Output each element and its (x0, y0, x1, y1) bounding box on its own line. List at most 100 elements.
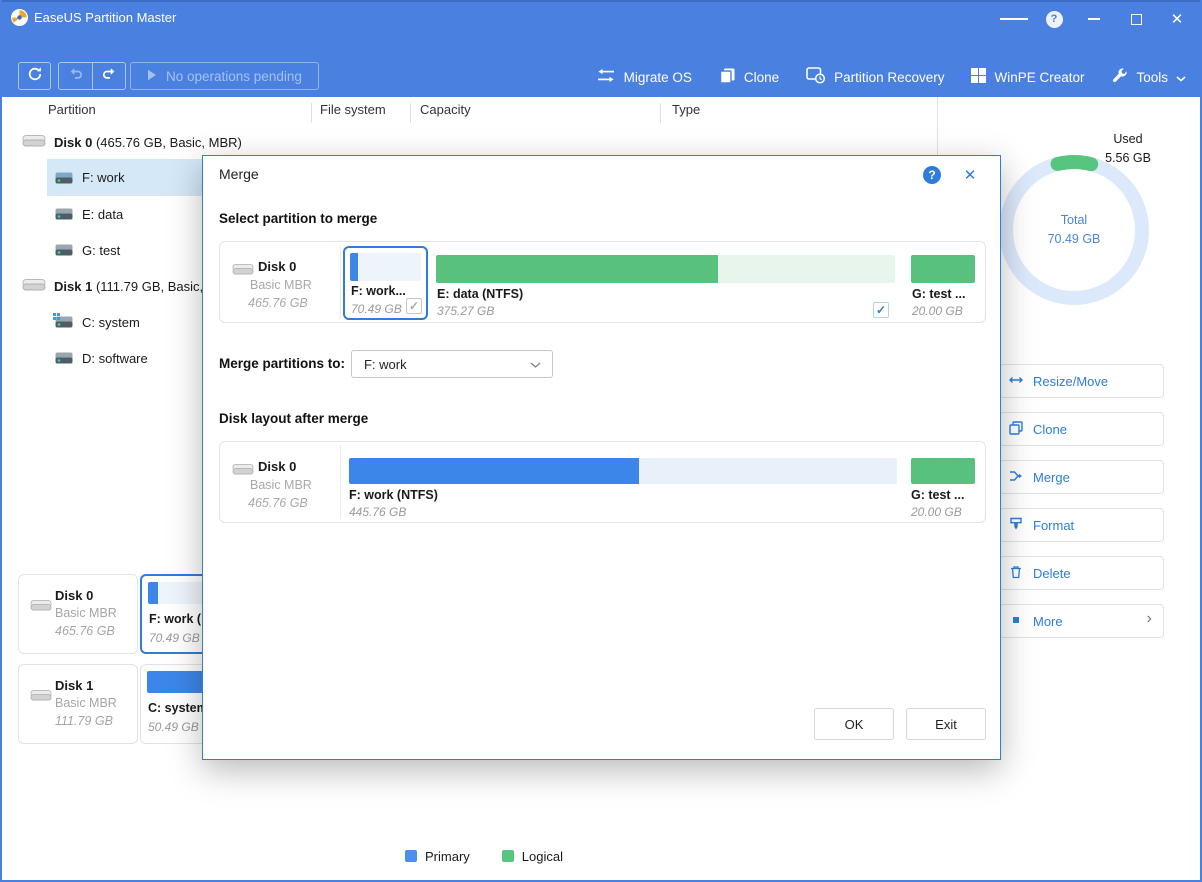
tree-row-label: Disk 0 (465.76 GB, Basic, MBR) (54, 135, 242, 150)
resize-move-button[interactable]: Resize/Move (999, 364, 1164, 398)
column-header-capacity[interactable]: Capacity (420, 102, 471, 117)
delete-button[interactable]: Delete (999, 556, 1164, 590)
tree-row-label: F: work (82, 170, 125, 185)
merge-to-select[interactable]: F: work (351, 350, 553, 378)
resize-move-icon (1009, 373, 1023, 390)
merge-to-value: F: work (364, 357, 407, 372)
clone-action-button[interactable]: Clone (999, 412, 1164, 446)
disk-size: 465.76 GB (248, 496, 308, 510)
merge-action-button[interactable]: Merge (999, 460, 1164, 494)
menu-list-icon[interactable] (1000, 6, 1028, 32)
chevron-right-icon: › (1147, 610, 1152, 628)
clone-button[interactable]: Clone (719, 67, 779, 87)
minimize-icon[interactable] (1080, 6, 1108, 32)
pending-operations-button[interactable]: No operations pending (130, 62, 319, 90)
redo-button[interactable] (92, 63, 125, 89)
disk-name: Disk 0 (258, 459, 296, 474)
disk-icon (22, 278, 46, 295)
dialog-help-icon[interactable]: ? (923, 166, 941, 184)
partition-size: 445.76 GB (349, 505, 406, 519)
legend-logical: Logical (502, 849, 563, 864)
source-partition-f[interactable]: F: work... 70.49 GB ✓ (343, 246, 428, 320)
column-header-partition[interactable]: Partition (48, 102, 96, 117)
dialog-close-icon[interactable]: ✕ (960, 165, 980, 185)
used-space-label: Used 5.56 GB (1096, 130, 1160, 168)
partition-icon (55, 352, 73, 364)
migrate-os-icon (596, 68, 616, 86)
merge-dialog: Merge ? ✕ Select partition to merge Disk… (202, 155, 1001, 760)
column-header-file-system[interactable]: File system (320, 102, 386, 117)
source-partition-e[interactable]: E: data (NTFS) 375.27 GB ✓ (432, 246, 899, 320)
disk-kind: Basic MBR (55, 696, 117, 710)
refresh-icon (27, 66, 43, 87)
redo-icon (101, 67, 117, 86)
pending-operations-label: No operations pending (166, 69, 302, 84)
partition-e-checkbox[interactable]: ✓ (873, 302, 889, 318)
disk-kind: Basic MBR (250, 278, 312, 292)
help-icon[interactable]: ? (1040, 6, 1068, 32)
logical-color-swatch (502, 850, 514, 862)
partition-recovery-icon (806, 67, 826, 87)
undo-button[interactable] (59, 63, 92, 89)
disk-icon (30, 599, 52, 617)
migrate-os-label: Migrate OS (624, 70, 692, 85)
delete-icon (1009, 565, 1023, 582)
window-border-left (0, 0, 2, 882)
partition-label: E: data (NTFS) (437, 287, 523, 301)
refresh-button[interactable] (18, 62, 51, 90)
chevron-down-icon (1176, 70, 1186, 85)
clone-icon (719, 67, 736, 87)
ok-button[interactable]: OK (814, 708, 894, 740)
partition-label: C: system (148, 701, 208, 715)
result-disk-row: Disk 0 Basic MBR 465.76 GB F: work (NTFS… (219, 441, 986, 523)
tree-row-label: Disk 1 (111.79 GB, Basic, (54, 279, 203, 294)
divider (340, 245, 341, 319)
merge-icon (1009, 469, 1023, 486)
partition-size: 20.00 GB (912, 304, 963, 318)
undo-redo-group (58, 62, 126, 90)
winpe-creator-button[interactable]: WinPE Creator (971, 68, 1084, 86)
easeus-logo-icon (10, 8, 29, 32)
disk-icon (22, 134, 46, 151)
partition-usage-bar (350, 253, 421, 281)
disk-name: Disk 0 (258, 259, 296, 274)
dialog-title: Merge (219, 166, 259, 182)
more-button[interactable]: More › (999, 604, 1164, 638)
primary-color-swatch (405, 850, 417, 862)
format-button[interactable]: Format (999, 508, 1164, 542)
partition-label: F: work (N (149, 612, 210, 626)
winpe-creator-icon (971, 68, 986, 86)
disk-size: 111.79 GB (55, 714, 113, 728)
window-title: EaseUS Partition Master (34, 10, 176, 25)
partition-label: F: work... (351, 284, 406, 298)
more-label: More (1033, 614, 1063, 629)
partition-recovery-button[interactable]: Partition Recovery (806, 67, 944, 87)
partition-usage-bar (436, 255, 895, 283)
tools-label: Tools (1136, 70, 1168, 85)
total-space-label: Total 70.49 GB (1014, 211, 1134, 249)
disk1-map-card[interactable]: Disk 1 Basic MBR 111.79 GB (18, 664, 138, 744)
exit-button[interactable]: Exit (906, 708, 986, 740)
partition-label: G: test ... (911, 488, 964, 502)
disk-name: Disk 1 (55, 678, 93, 693)
select-partition-heading: Select partition to merge (219, 211, 377, 226)
play-icon (147, 69, 157, 84)
format-label: Format (1033, 518, 1074, 533)
column-header-type[interactable]: Type (672, 102, 700, 117)
partition-size: 20.00 GB (911, 505, 962, 519)
source-partition-g[interactable]: G: test ... 20.00 GB (907, 246, 981, 320)
tree-row-label: G: test (82, 243, 120, 258)
partition-f-checkbox[interactable]: ✓ (406, 298, 422, 314)
maximize-icon[interactable] (1122, 6, 1150, 32)
merge-to-label: Merge partitions to: (219, 356, 345, 371)
winpe-creator-label: WinPE Creator (994, 70, 1084, 85)
partition-icon (55, 244, 73, 256)
partition-label: G: test ... (912, 287, 965, 301)
disk0-map-card[interactable]: Disk 0 Basic MBR 465.76 GB (18, 574, 138, 654)
migrate-os-button[interactable]: Migrate OS (596, 68, 692, 86)
tools-button[interactable]: Tools (1111, 67, 1186, 87)
close-icon[interactable]: ✕ (1163, 6, 1191, 32)
partition-size: 70.49 GB (351, 302, 402, 316)
divider (340, 445, 341, 519)
tree-row-label: D: software (82, 351, 148, 366)
